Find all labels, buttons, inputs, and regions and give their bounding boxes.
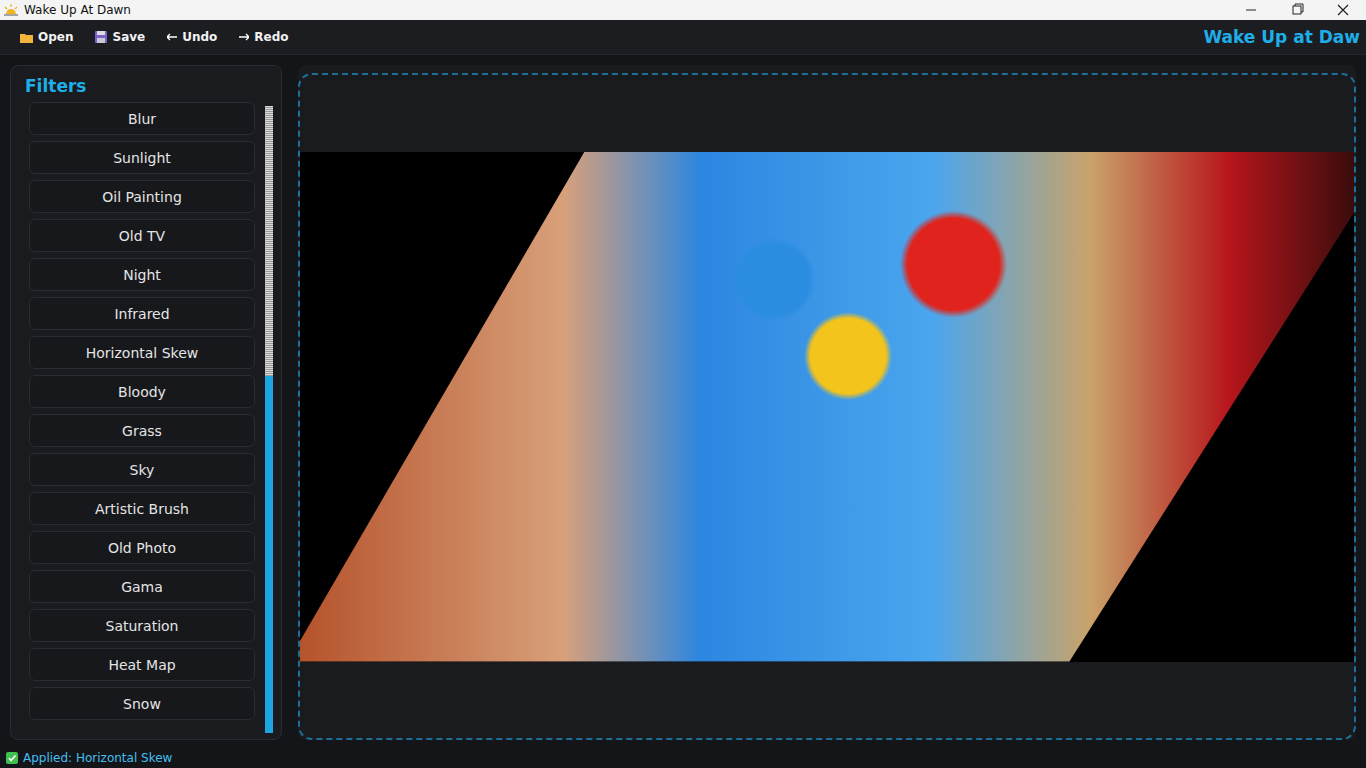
filter-button[interactable]: Heat Map — [29, 648, 255, 681]
restore-icon[interactable] — [1274, 0, 1320, 20]
toolbar: Open Save Undo Redo Wake Up at Daw — [0, 20, 1366, 55]
filter-button[interactable]: Horizontal Skew — [29, 336, 255, 369]
filter-button[interactable]: Saturation — [29, 609, 255, 642]
image-drop-zone[interactable] — [298, 73, 1356, 740]
app-window: Wake Up At Dawn Open Save Undo Redo Wake Up a… — [0, 0, 1366, 768]
title-bar: Wake Up At Dawn — [0, 0, 1366, 20]
filter-list: Blur Sunlight Oil Painting Old TV Night Infra… — [29, 102, 255, 733]
filters-panel: FiltersBlur Sunlight Oil Painting Old TV Nig… — [10, 65, 282, 740]
filter-button[interactable]: Blur — [29, 102, 255, 135]
filter-button[interactable]: Artistic Brush — [29, 492, 255, 525]
status-bar: Applied: Horizontal Skew — [0, 748, 1366, 768]
check-icon — [6, 752, 18, 764]
toolbar-button[interactable]: Save — [89, 26, 151, 48]
undo-arrow-icon — [167, 33, 177, 41]
filters-title: Filters — [11, 66, 281, 102]
filter-button[interactable]: Old Photo — [29, 531, 255, 564]
brand-title: Wake Up at Daw — [1203, 27, 1360, 47]
filter-button[interactable]: Gama — [29, 570, 255, 603]
toolbar-button[interactable]: Undo — [161, 26, 223, 48]
window-title: Wake Up At Dawn — [24, 3, 131, 17]
toolbar-button[interactable]: Open — [14, 26, 79, 48]
filter-button[interactable]: Old TV — [29, 219, 255, 252]
minimize-icon[interactable] — [1228, 0, 1274, 20]
filter-button[interactable]: Grass — [29, 414, 255, 447]
scrollbar[interactable] — [265, 106, 273, 733]
floppy-disk-icon — [95, 31, 107, 43]
toolbar-button[interactable]: Redo — [233, 26, 294, 48]
scrollbar-thumb[interactable] — [265, 376, 273, 733]
filter-button[interactable]: Sky — [29, 453, 255, 486]
filter-button[interactable]: Infrared — [29, 297, 255, 330]
folder-icon — [20, 32, 33, 43]
filter-button[interactable]: Sunlight — [29, 141, 255, 174]
filter-button[interactable]: Night — [29, 258, 255, 291]
filter-button[interactable]: Snow — [29, 687, 255, 720]
sun-icon — [4, 4, 18, 16]
redo-arrow-icon — [239, 33, 249, 41]
canvas-panel — [298, 65, 1356, 740]
filter-button[interactable]: Bloody — [29, 375, 255, 408]
filter-button[interactable]: Oil Painting — [29, 180, 255, 213]
status-text: Applied: Horizontal Skew — [23, 751, 172, 765]
close-icon[interactable] — [1320, 0, 1366, 20]
image-preview — [300, 152, 1354, 662]
